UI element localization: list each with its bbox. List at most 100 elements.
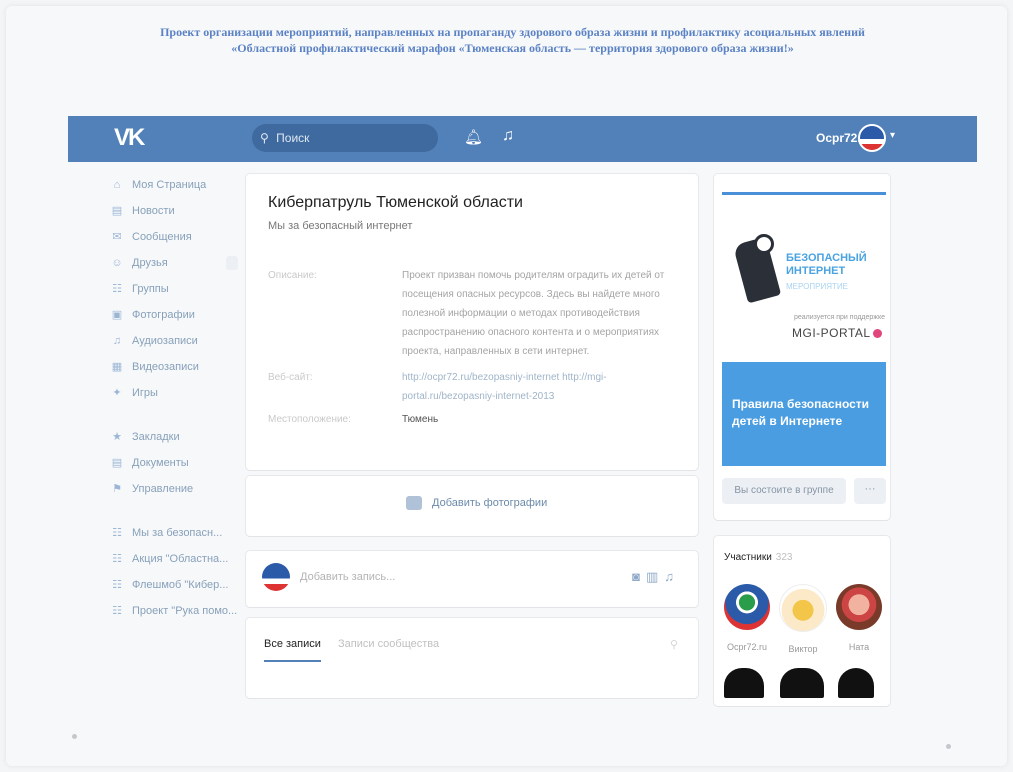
sidebar-item[interactable]: ☺ Друзья bbox=[110, 250, 240, 276]
description-value: Проект призван помочь родителям оградить… bbox=[402, 270, 665, 357]
location-label: Местоположение: bbox=[268, 414, 351, 425]
members-title[interactable]: Участники 323 bbox=[724, 552, 792, 563]
banner-support-text: реализуется при поддержке bbox=[794, 314, 885, 321]
member-item[interactable]: Виктор bbox=[778, 584, 828, 654]
search-placeholder: Поиск bbox=[276, 131, 310, 145]
caption-line-2: «Областной профилактический марафон «Тюм… bbox=[231, 41, 794, 55]
vk-logo[interactable]: VK bbox=[114, 124, 145, 152]
avatar bbox=[724, 584, 770, 630]
sidebar-item[interactable]: ★ Закладки bbox=[110, 424, 240, 450]
slide-dot bbox=[72, 734, 77, 739]
sidebar-item[interactable]: ✉ Сообщения bbox=[110, 224, 240, 250]
slide: Проект организации мероприятий, направле… bbox=[6, 6, 1007, 766]
music-icon: ♫ bbox=[112, 335, 122, 347]
sidebar-item[interactable]: ☷ Акция "Областна... bbox=[110, 546, 240, 572]
vk-header: VK ⚲ Поиск 🔔︎ ♫ Ocpr72.ru ▾ bbox=[68, 116, 977, 162]
sidebar-item-label: Моя Страница bbox=[132, 179, 207, 191]
member-name: Ната bbox=[848, 642, 870, 652]
photos-icon: ▣ bbox=[111, 309, 123, 321]
member-item[interactable]: Ocpr72.ru bbox=[722, 584, 772, 652]
sidebar-item-label: Аудиозаписи bbox=[132, 335, 198, 347]
brand-dot-icon bbox=[872, 329, 882, 339]
documents-icon: ▤ bbox=[111, 457, 123, 469]
description-label: Описание: bbox=[268, 270, 317, 281]
sidebar-item-label: Закладки bbox=[132, 431, 180, 443]
messages-icon: ✉ bbox=[112, 231, 122, 243]
manage-icon: ⚑ bbox=[112, 483, 122, 495]
avatar bbox=[779, 584, 827, 632]
sidebar-item[interactable]: ▤ Документы bbox=[110, 450, 240, 476]
caption-line-1: Проект организации мероприятий, направле… bbox=[160, 25, 865, 39]
sidebar-item-label: Управление bbox=[132, 483, 194, 495]
add-photos-button[interactable]: Добавить фотографии bbox=[406, 496, 547, 510]
avatar[interactable] bbox=[838, 668, 874, 698]
location-value: Тюмень bbox=[402, 414, 439, 425]
avatar[interactable] bbox=[858, 124, 886, 152]
sidebar-item[interactable]: ⌂ Моя Страница bbox=[110, 172, 240, 198]
bookmarks-icon: ★ bbox=[112, 431, 122, 443]
slide-caption: Проект организации мероприятий, направле… bbox=[46, 24, 979, 56]
left-menu: ⌂ Моя Страница ▤ Новости ✉ Сообщения ☺ Друзья ☷ Г… bbox=[110, 172, 240, 624]
banner-blue-block: Правила безопасности детей в Интернете bbox=[722, 362, 886, 466]
tab-all-posts[interactable]: Все записи bbox=[264, 638, 321, 662]
sidebar-item-label: Документы bbox=[132, 457, 189, 469]
groups-icon: ☷ bbox=[112, 283, 122, 295]
group-banner[interactable]: БЕЗОПАСНЫЙ ИНТЕРНЕТ МЕРОПРИЯТИЕ реализуе… bbox=[722, 192, 886, 466]
sidebar-item-label: Игры bbox=[132, 387, 158, 399]
banner-brand-text: MGI-PORTAL bbox=[792, 326, 871, 340]
group-cover-card: БЕЗОПАСНЫЙ ИНТЕРНЕТ МЕРОПРИЯТИЕ реализуе… bbox=[714, 174, 890, 520]
sidebar-item-label: Группы bbox=[132, 283, 169, 295]
members-card: Участники 323 Ocpr72.ru Виктор Ната bbox=[714, 536, 890, 706]
sidebar-item[interactable]: ☷ Мы за безопасн... bbox=[110, 520, 240, 546]
video-icon[interactable]: ▥ bbox=[646, 569, 664, 584]
website-link[interactable]: http://ocpr72.ru/bezopasniy-internet htt… bbox=[402, 368, 678, 406]
sidebar-item[interactable]: ☷ Группы bbox=[110, 276, 240, 302]
sidebar-item-label: Видеозаписи bbox=[132, 361, 199, 373]
member-name: Ocpr72.ru bbox=[726, 642, 768, 652]
news-icon: ▤ bbox=[111, 205, 123, 217]
sidebar-item-label: Проект "Рука помо... bbox=[132, 605, 238, 617]
avatar bbox=[262, 563, 290, 591]
sidebar-item[interactable]: ▣ Фотографии bbox=[110, 302, 240, 328]
sidebar-item[interactable]: ▦ Видеозаписи bbox=[110, 354, 240, 380]
banner-heading: БЕЗОПАСНЫЙ ИНТЕРНЕТ bbox=[786, 252, 867, 277]
group-status: Мы за безопасный интернет bbox=[268, 220, 413, 232]
sidebar-item[interactable]: ☷ Флешмоб "Кибер... bbox=[110, 572, 240, 598]
chevron-down-icon[interactable]: ▾ bbox=[890, 130, 895, 141]
banner-brand: MGI-PORTAL bbox=[792, 326, 882, 340]
member-item[interactable]: Ната bbox=[834, 584, 884, 652]
group-info-card: Киберпатруль Тюменской области Мы за без… bbox=[246, 174, 698, 470]
search-input[interactable]: ⚲ Поиск bbox=[252, 124, 438, 152]
counter-badge bbox=[226, 256, 238, 270]
friends-icon: ☺ bbox=[111, 257, 123, 269]
website-label: Веб-сайт: bbox=[268, 372, 313, 383]
more-button[interactable]: ··· bbox=[854, 478, 886, 504]
sidebar-item[interactable]: ♫ Аудиозаписи bbox=[110, 328, 240, 354]
video-icon: ▦ bbox=[111, 361, 123, 373]
music-note-icon[interactable]: ♫ bbox=[664, 569, 680, 584]
sidebar-item[interactable]: ☷ Проект "Рука помо... bbox=[110, 598, 240, 624]
home-icon: ⌂ bbox=[113, 179, 121, 191]
wall-tabs-card: Все записи Записи сообщества ⚲ bbox=[246, 618, 698, 698]
sidebar-item-label: Акция "Областна... bbox=[132, 553, 229, 565]
sidebar-item-label: Фотографии bbox=[132, 309, 195, 321]
games-icon: ✦ bbox=[112, 387, 122, 399]
sidebar-item-label: Новости bbox=[132, 205, 175, 217]
mascot-head bbox=[754, 234, 774, 254]
music-note-icon[interactable]: ♫ bbox=[502, 127, 514, 145]
camera-icon[interactable]: ◙ bbox=[632, 569, 646, 584]
avatar[interactable] bbox=[780, 668, 824, 698]
bell-icon[interactable]: 🔔︎ bbox=[464, 128, 483, 146]
sidebar-item[interactable]: ▤ Новости bbox=[110, 198, 240, 224]
avatar[interactable] bbox=[724, 668, 764, 698]
new-post-card: Добавить запись... ◙▥♫ bbox=[246, 551, 698, 607]
sidebar-item[interactable]: ✦ Игры bbox=[110, 380, 240, 406]
avatar bbox=[836, 584, 882, 630]
add-photos-label: Добавить фотографии bbox=[432, 496, 548, 509]
search-icon[interactable]: ⚲ bbox=[670, 638, 678, 651]
new-post-input[interactable]: Добавить запись... bbox=[300, 571, 395, 583]
tab-community-posts[interactable]: Записи сообщества bbox=[338, 638, 439, 650]
attach-icons[interactable]: ◙▥♫ bbox=[632, 569, 680, 585]
membership-button[interactable]: Вы состоите в группе bbox=[722, 478, 846, 504]
sidebar-item[interactable]: ⚑ Управление bbox=[110, 476, 240, 502]
